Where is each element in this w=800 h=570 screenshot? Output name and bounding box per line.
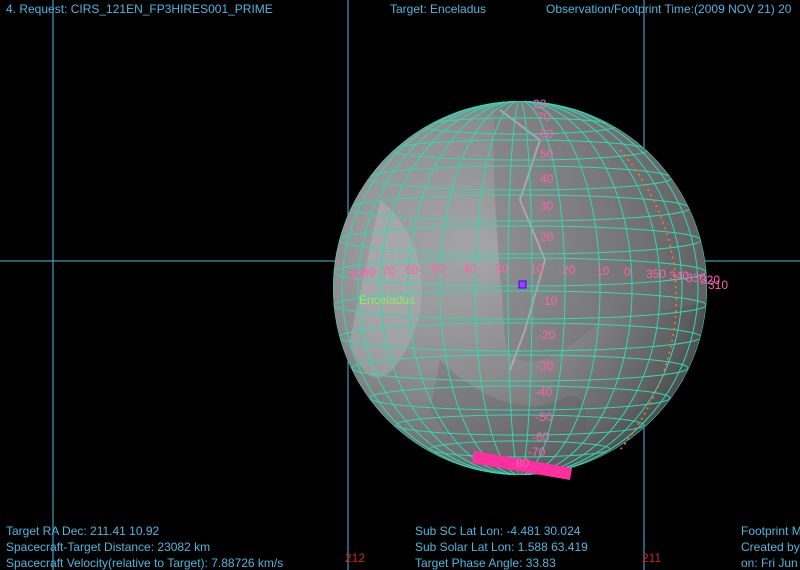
target-ra-dec: Target RA Dec: 211.41 10.92: [6, 524, 160, 538]
lon-label: 40: [463, 262, 477, 276]
lat-label: 30: [540, 199, 554, 213]
lat-label: -20: [538, 328, 556, 342]
lon-label: 60: [405, 263, 419, 277]
lat-label: -70: [528, 445, 546, 459]
lat-label: -50: [535, 410, 553, 424]
spacecraft-target-distance: Spacecraft-Target Distance: 23082 km: [6, 540, 211, 554]
footprint-info-line-3: on: Fri Jun: [741, 556, 798, 570]
lon-label: 70: [382, 264, 396, 278]
lat-label: 10: [530, 262, 544, 276]
lat-label: 20: [540, 230, 554, 244]
footprint-info-line-2: Created by: [741, 540, 800, 554]
observation-time: Observation/Footprint Time:(2009 NOV 21)…: [546, 2, 792, 16]
target-title: Target: Enceladus: [390, 2, 487, 16]
lat-label: -40: [535, 385, 553, 399]
target-body-label: Enceladus: [359, 293, 416, 307]
sky-graphics: [0, 0, 800, 570]
lat-label: -60: [532, 430, 550, 444]
footprint-info-line-1: Footprint M: [741, 524, 800, 538]
lon-label: 10: [596, 264, 610, 278]
sub-solar-lat-lon: Sub Solar Lat Lon: 1.588 63.419: [415, 540, 588, 554]
sub-sc-lat-lon: Sub SC Lat Lon: -4.481 30.024: [415, 524, 581, 538]
lat-label: -10: [540, 294, 558, 308]
request-title: 4. Request: CIRS_121EN_FP3HIRES001_PRIME: [6, 2, 273, 16]
viewer-canvas: 20 70 60 50 40 30 20 10 -10 -20 -30 -40 …: [0, 0, 800, 570]
lon-label: 50: [432, 262, 446, 276]
lon-label: 310: [708, 278, 729, 292]
lat-label: 50: [540, 147, 554, 161]
lon-label: 80: [362, 265, 376, 279]
lon-label: 0: [624, 265, 631, 279]
lon-label: 350: [646, 267, 667, 281]
lat-label: -80: [512, 456, 530, 470]
lon-label: 30: [495, 262, 509, 276]
sky-grid-label: 211: [642, 551, 662, 565]
lat-label: 20: [533, 97, 547, 111]
subspacecraft-marker[interactable]: [518, 280, 527, 289]
lon-label: 20: [562, 263, 576, 277]
target-phase-angle: Target Phase Angle: 33.83: [415, 556, 556, 570]
lat-label: 60: [540, 127, 554, 141]
lat-label: 40: [540, 172, 554, 186]
lat-label: 70: [537, 110, 551, 124]
spacecraft-velocity: Spacecraft Velocity(relative to Target):…: [6, 556, 284, 570]
lat-label: -30: [536, 359, 554, 373]
sky-grid-label: 212: [345, 551, 366, 565]
